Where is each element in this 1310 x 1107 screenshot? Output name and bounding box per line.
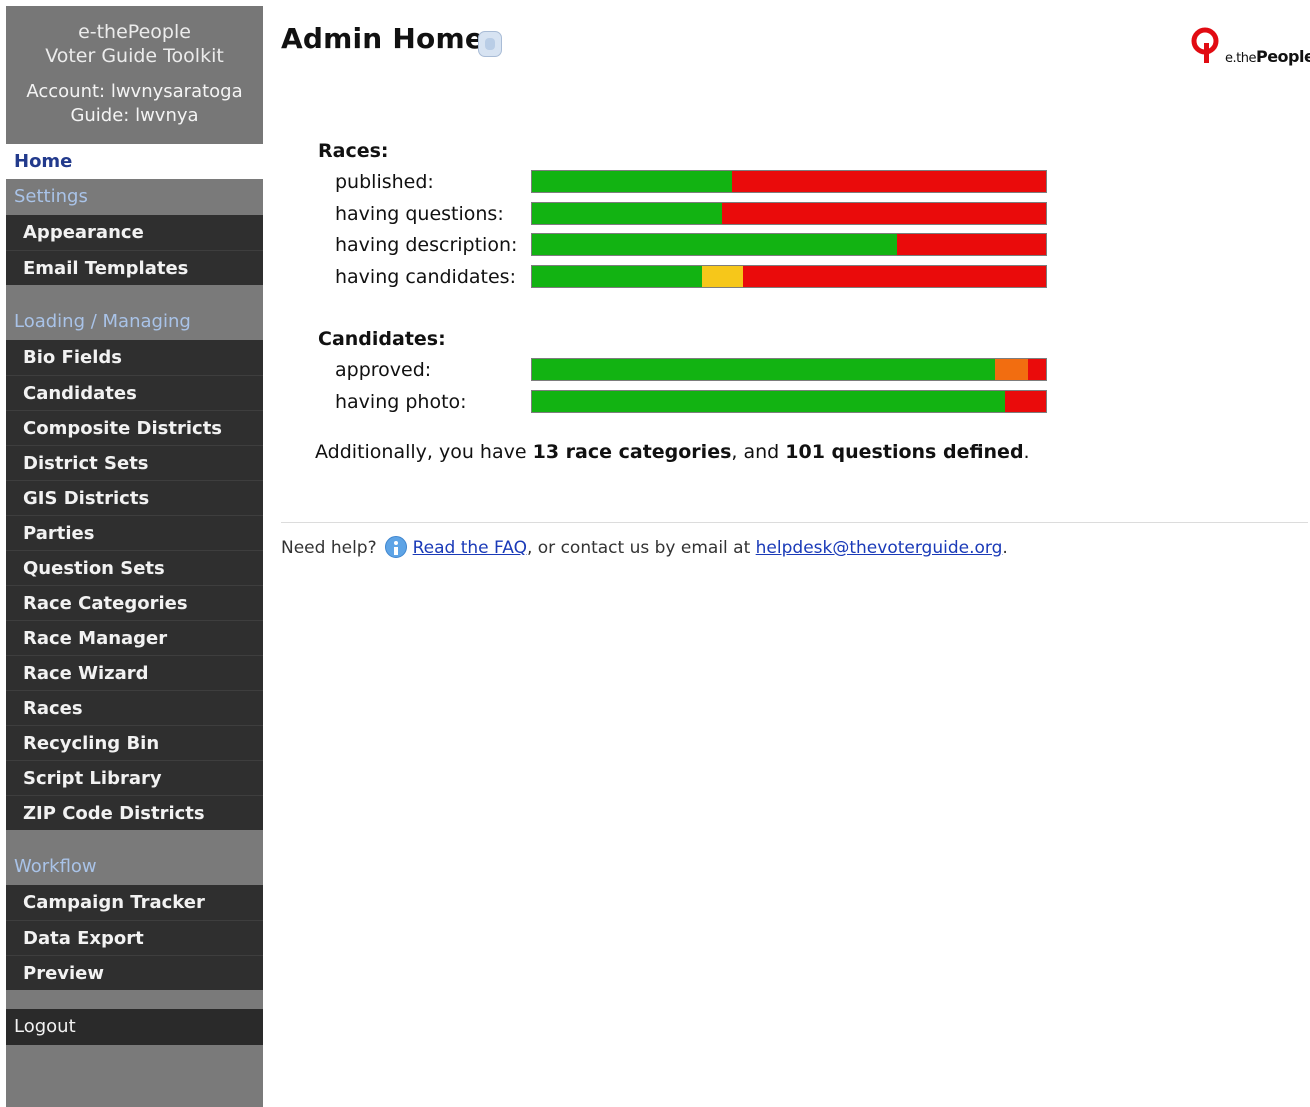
bar-segment-red (1004, 391, 1046, 412)
nav-item-preview[interactable]: Preview (6, 955, 263, 990)
nav-section-loading-managing: Loading / Managing (6, 304, 263, 340)
nav-section-workflow: Workflow (6, 849, 263, 885)
stat-label: having questions: (335, 203, 504, 225)
bar-segment-green (532, 203, 723, 224)
nav-item-appearance[interactable]: Appearance (6, 215, 263, 250)
nav-item-data-export[interactable]: Data Export (6, 920, 263, 955)
bar-segment-yellow (701, 266, 743, 287)
bar-segment-red (1028, 359, 1046, 380)
nav-item-race-categories[interactable]: Race Categories (6, 585, 263, 620)
bar-segment-green (532, 391, 1005, 412)
bar-segment-green (532, 171, 733, 192)
nav-item-district-sets[interactable]: District Sets (6, 445, 263, 480)
stat-label: having photo: (335, 391, 467, 413)
guide-name: Guide: lwvnya (70, 105, 199, 126)
logout-button[interactable]: Logout (6, 1009, 263, 1045)
sidebar: e-thePeople Voter Guide Toolkit Account:… (6, 6, 263, 1107)
logo-name: People (1255, 47, 1310, 66)
bar-segment-red (732, 171, 1046, 192)
progress-bar (531, 358, 1047, 381)
brand-subtitle: Voter Guide Toolkit (45, 45, 224, 67)
races-group-label: Races: (318, 140, 389, 162)
nav-section-settings: Settings (6, 179, 263, 215)
logo-text: e.thePeople (1225, 47, 1310, 66)
summary-suffix: . (1023, 441, 1030, 463)
help-line: Need help? Read the FAQ, or contact us by… (281, 536, 1008, 558)
question-count: 101 questions defined (785, 441, 1024, 463)
help-middle: , or contact us by email at (526, 538, 756, 558)
bar-segment-red (722, 203, 1046, 224)
stat-label: having candidates: (335, 266, 516, 288)
progress-bar (531, 265, 1047, 288)
nav-item-race-wizard[interactable]: Race Wizard (6, 655, 263, 690)
account-info: Account: lwvnysaratoga Guide: lwvnya (6, 80, 263, 128)
progress-bar (531, 390, 1047, 413)
divider (281, 522, 1308, 523)
nav-item-gis-districts[interactable]: GIS Districts (6, 480, 263, 515)
nav-item-composite-districts[interactable]: Composite Districts (6, 410, 263, 445)
nav-item-campaign-tracker[interactable]: Campaign Tracker (6, 885, 263, 920)
nav-item-races[interactable]: Races (6, 690, 263, 725)
bar-segment-red (896, 234, 1046, 255)
nav-item-parties[interactable]: Parties (6, 515, 263, 550)
logo-prefix: e.the (1225, 51, 1256, 66)
progress-bar (531, 233, 1047, 256)
page-title: Admin Home (281, 22, 485, 55)
stat-label: approved: (335, 359, 432, 381)
progress-bar (531, 202, 1047, 225)
nav-item-race-manager[interactable]: Race Manager (6, 620, 263, 655)
help-prefix: Need help? (281, 538, 377, 558)
bar-segment-green (532, 266, 702, 287)
brand-header: e-thePeople Voter Guide Toolkit Account:… (6, 6, 263, 144)
race-category-count: 13 race categories (532, 441, 732, 463)
summary-text: Additionally, you have 13 race categorie… (315, 441, 1030, 463)
nav-group-settings: Appearance Email Templates (6, 215, 263, 285)
nav-item-bio-fields[interactable]: Bio Fields (6, 340, 263, 375)
help-suffix: . (1002, 538, 1008, 558)
nav-item-email-templates[interactable]: Email Templates (6, 250, 263, 285)
ethepeople-logo: e.thePeople (1190, 27, 1310, 69)
bar-segment-red (742, 266, 1046, 287)
nav-item-recycling-bin[interactable]: Recycling Bin (6, 725, 263, 760)
nav-group-loading-managing: Bio Fields Candidates Composite District… (6, 340, 263, 830)
stat-label: published: (335, 171, 434, 193)
nav-item-candidates[interactable]: Candidates (6, 375, 263, 410)
summary-middle: , and (731, 441, 786, 463)
stat-label: having description: (335, 234, 518, 256)
progress-bar (531, 170, 1047, 193)
info-icon[interactable] (478, 31, 502, 57)
brand-title: e-thePeople (78, 21, 191, 43)
nav-item-script-library[interactable]: Script Library (6, 760, 263, 795)
bar-segment-orange (994, 359, 1028, 380)
summary-prefix: Additionally, you have (315, 441, 533, 463)
nav-home[interactable]: Home (6, 144, 263, 179)
nav-group-workflow: Campaign Tracker Data Export Preview (6, 885, 263, 990)
candidates-group-label: Candidates: (318, 328, 446, 350)
logo-mark-icon (1191, 27, 1219, 63)
nav-item-question-sets[interactable]: Question Sets (6, 550, 263, 585)
helpdesk-email-link[interactable]: helpdesk@thevoterguide.org (756, 538, 1003, 558)
faq-link[interactable]: Read the FAQ (413, 538, 527, 558)
bar-segment-green (532, 359, 995, 380)
nav-item-zip-code-districts[interactable]: ZIP Code Districts (6, 795, 263, 830)
help-info-icon (384, 536, 407, 558)
account-name: Account: lwvnysaratoga (26, 81, 243, 102)
bar-segment-green (532, 234, 897, 255)
